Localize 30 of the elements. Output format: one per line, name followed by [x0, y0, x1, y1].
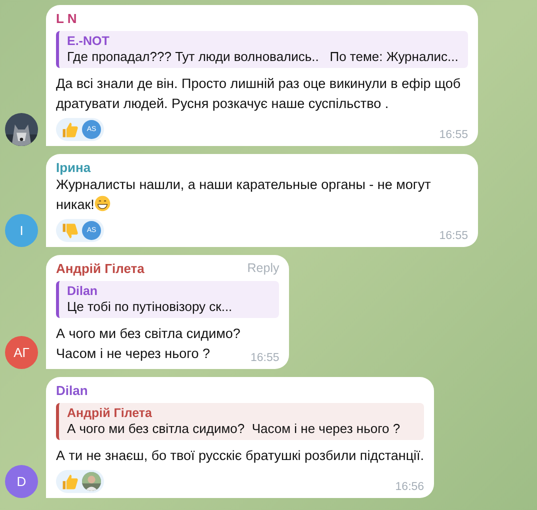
message-time: 16:55: [439, 230, 468, 242]
quoted-reply[interactable]: Dilan Це тобі по путіновізору ск...: [56, 281, 280, 318]
message-text: А чого ми без світла сидимо? Часом і не через нього ?: [56, 325, 240, 363]
message-time: 16:56: [395, 481, 424, 493]
message-text: А ти не знаєш, бо твої русскіє братушкі розбили підстанції.: [56, 447, 424, 465]
author-name[interactable]: Андрій Гілета: [56, 261, 144, 276]
quoted-reply[interactable]: E.-NOT Где пропадал??? Тут люди волновались.. По теме: Журналис...: [56, 31, 468, 68]
quoted-author: Dilan: [67, 284, 99, 298]
thumbs-down-icon: [61, 222, 79, 240]
message-time: 16:55: [250, 352, 280, 364]
author-name[interactable]: Ірина: [56, 160, 91, 175]
grinning-face-icon: [94, 195, 112, 212]
author-name[interactable]: L N: [56, 11, 77, 26]
quoted-text: А чого ми без світла сидимо? Часом і не через нього ?: [67, 420, 402, 437]
quoted-author: E.-NOT: [67, 34, 110, 48]
author-name[interactable]: Dilan: [56, 383, 88, 398]
avatar[interactable]: I: [5, 214, 38, 247]
thumbs-up-icon: [61, 472, 79, 490]
message-time: 16:55: [439, 129, 468, 141]
thumbs-up-icon: [61, 120, 79, 138]
quoted-text: Где пропадал??? Тут люди волновались.. По теме: Журналис...: [67, 48, 460, 65]
avatar[interactable]: D: [5, 465, 38, 498]
reaction-chip[interactable]: [56, 470, 104, 493]
avatar[interactable]: АГ: [5, 336, 38, 369]
message-text: Да всі знали де він. Просто лишній раз оце викинули в ефір щоб дратувати людей. Русня розкачує наше суспільство .: [56, 75, 462, 113]
quoted-reply[interactable]: Андрій Гілета А чого ми без світла сидимо? Часом і не через нього ?: [56, 403, 424, 440]
reply-link[interactable]: Reply: [247, 261, 280, 276]
quoted-author: Андрій Гілета: [67, 406, 153, 420]
quoted-text: Це тобі по путіновізору ск...: [67, 298, 234, 315]
message-text: Журналисты нашли, а наши карательные органы - не могут никак!: [56, 176, 432, 214]
